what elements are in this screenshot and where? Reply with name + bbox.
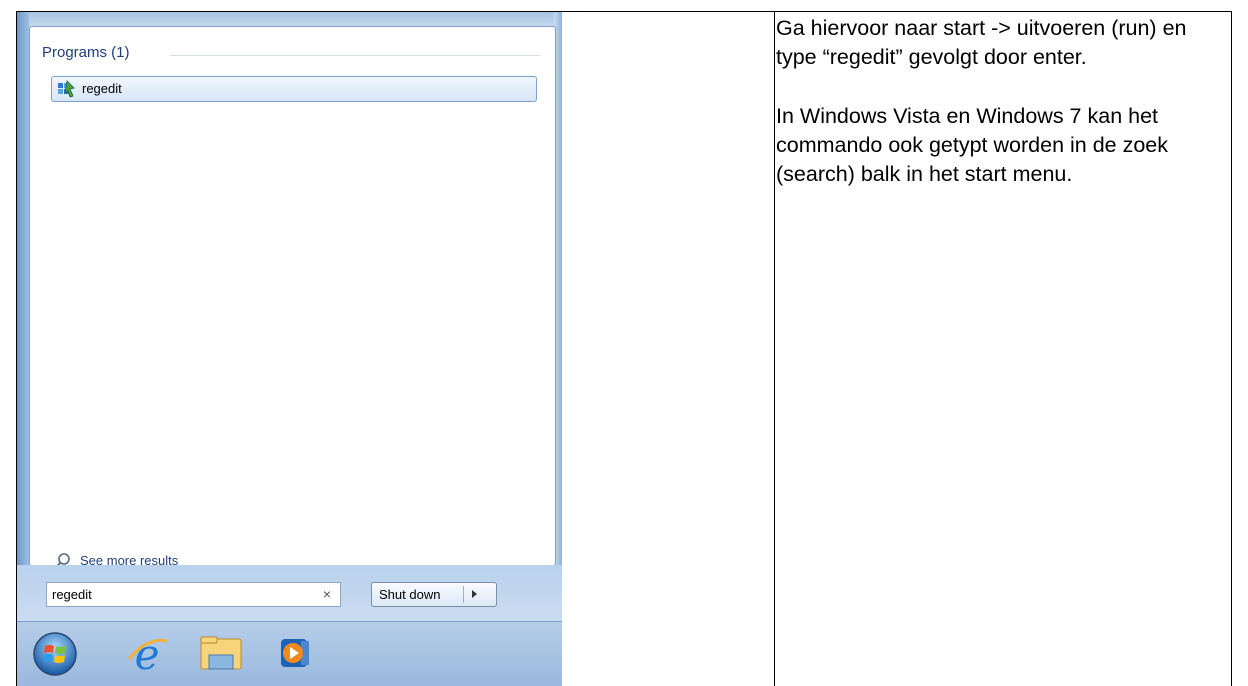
internet-explorer-icon[interactable]: e xyxy=(123,629,171,677)
taskbar: e xyxy=(17,621,562,686)
section-divider xyxy=(170,55,540,56)
start-search-input[interactable]: regedit × xyxy=(46,582,341,607)
shut-down-button[interactable]: Shut down xyxy=(371,582,497,607)
svg-text:e: e xyxy=(135,630,160,677)
instruction-paragraph-1: Ga hiervoor naar start -> uitvoeren (run… xyxy=(776,16,1187,70)
start-menu-frame-left xyxy=(17,12,29,612)
start-orb-icon[interactable] xyxy=(31,629,79,677)
result-item-label: regedit xyxy=(82,81,122,96)
result-item-regedit[interactable]: regedit xyxy=(51,76,537,102)
shut-down-options-arrow-icon[interactable] xyxy=(472,590,477,598)
table-column-divider xyxy=(774,11,775,686)
shut-down-separator xyxy=(463,586,464,603)
media-player-icon[interactable] xyxy=(271,629,319,677)
search-input-value: regedit xyxy=(52,587,92,602)
clear-search-icon[interactable]: × xyxy=(323,586,331,602)
search-results-panel: Programs (1) regedit See more results xyxy=(29,26,556,569)
instruction-text: Ga hiervoor naar start -> uitvoeren (run… xyxy=(776,14,1226,189)
regedit-icon xyxy=(58,80,75,98)
windows-explorer-icon[interactable] xyxy=(197,629,245,677)
programs-section-title: Programs (1) xyxy=(42,44,130,61)
shut-down-label: Shut down xyxy=(379,587,441,602)
start-menu-screenshot: Programs (1) regedit See more results re… xyxy=(17,12,562,686)
instruction-paragraph-2: In Windows Vista en Windows 7 kan het co… xyxy=(776,103,1169,187)
